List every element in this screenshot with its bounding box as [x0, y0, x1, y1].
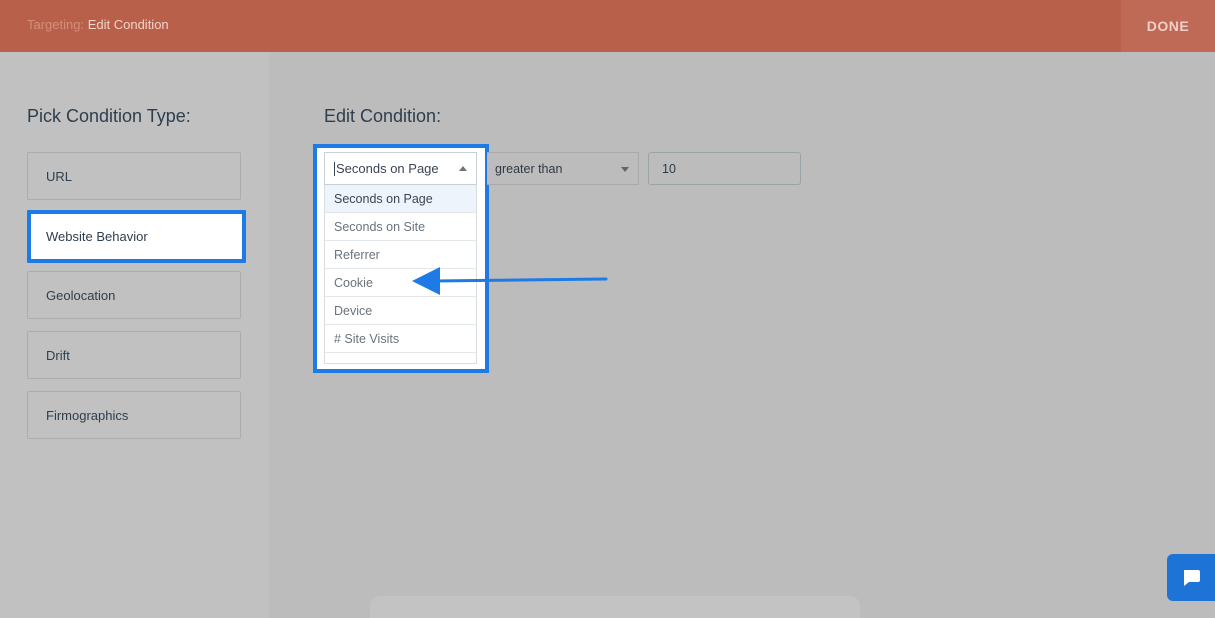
option-seconds-on-page[interactable]: Seconds on Page [325, 185, 476, 213]
condition-value-text: 10 [662, 161, 676, 176]
option-device[interactable]: Device [325, 297, 476, 325]
chevron-up-icon [459, 166, 467, 171]
arrow-left-icon [412, 267, 608, 295]
condition-type-firmographics[interactable]: Firmographics [27, 391, 241, 439]
condition-type-url[interactable]: URL [27, 152, 241, 200]
breadcrumb-prefix: Targeting: [27, 17, 85, 32]
edit-condition-title: Edit Condition: [324, 106, 442, 126]
breadcrumb-current: Edit Condition [87, 17, 169, 32]
condition-type-label: Drift [46, 347, 70, 363]
condition-type-geolocation[interactable]: Geolocation [27, 271, 241, 319]
done-button[interactable]: DONE [1121, 0, 1215, 52]
breadcrumb: Targeting: Edit Condition [27, 17, 169, 32]
condition-type-label: URL [46, 168, 73, 184]
condition-type-drift[interactable]: Drift [27, 331, 241, 379]
condition-type-label: Firmographics [46, 407, 129, 423]
pick-condition-title: Pick Condition Type: [27, 106, 191, 126]
chevron-down-icon [621, 167, 629, 172]
condition-type-website-behavior[interactable]: Website Behavior [27, 210, 246, 263]
operator-select-value: greater than [495, 161, 563, 176]
condition-type-label: Geolocation [46, 287, 116, 303]
chat-bubble-icon [1184, 569, 1200, 586]
operator-select[interactable]: greater than [487, 152, 639, 185]
condition-value-input[interactable]: 10 [648, 152, 801, 185]
option-seconds-on-site[interactable]: Seconds on Site [325, 213, 476, 241]
top-bar: Targeting: Edit Condition DONE [0, 0, 1215, 52]
attribute-select-value: Seconds on Page [336, 161, 439, 176]
attribute-select[interactable]: Seconds on Page [324, 152, 477, 185]
bottom-panel-edge [370, 596, 860, 618]
text-cursor [334, 161, 335, 176]
condition-type-label: Website Behavior [46, 229, 148, 244]
chat-launcher-button[interactable] [1167, 554, 1215, 601]
option-site-visits[interactable]: # Site Visits [325, 325, 476, 353]
